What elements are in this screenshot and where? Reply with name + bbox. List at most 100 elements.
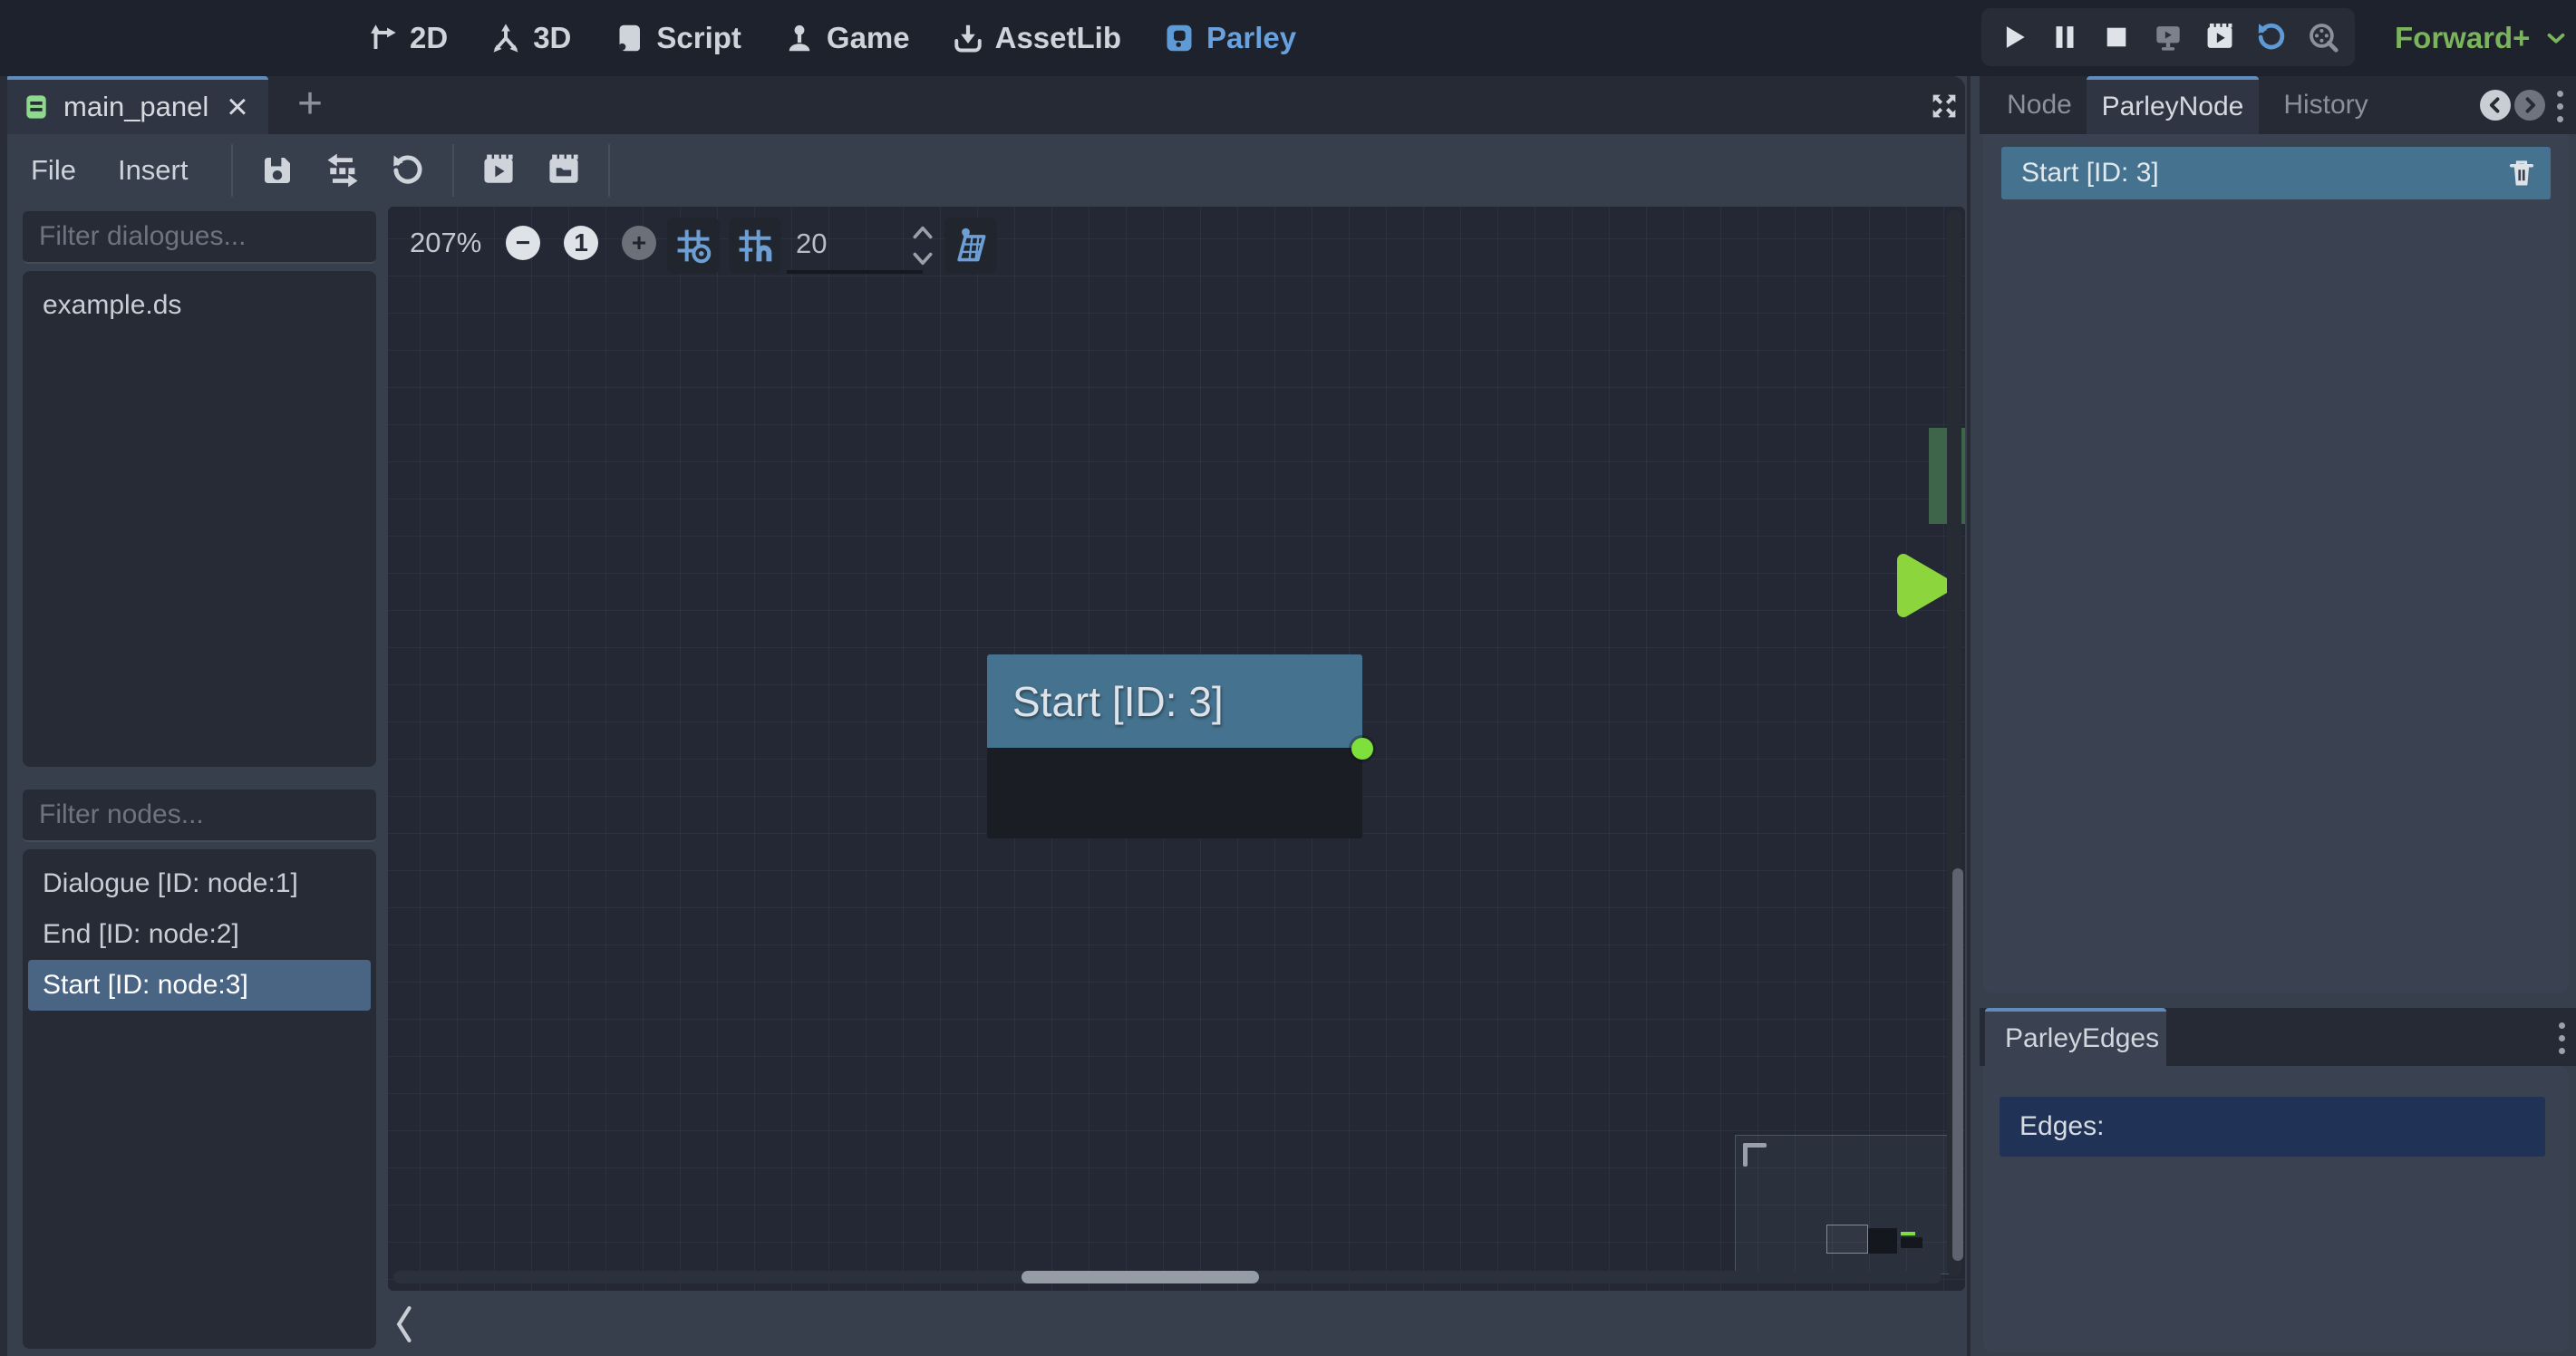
horizontal-scrollbar-thumb[interactable] [1022,1271,1259,1283]
tab-3d-label: 3D [533,21,571,55]
kebab-menu-icon[interactable] [2556,91,2563,122]
file-menu[interactable]: File [31,154,76,187]
list-item[interactable]: Dialogue [ID: node:1] [28,858,371,909]
save-button[interactable] [255,148,300,193]
output-port[interactable] [1351,738,1373,760]
profiler-button[interactable] [2303,17,2343,57]
inspector-node-title: Start [ID: 3] [2021,158,2159,189]
chevron-left-icon [392,1303,415,1345]
movie-maker-icon [2203,20,2237,54]
playback-toolbar [1981,8,2355,66]
tab-parley[interactable]: Parley [1163,21,1296,55]
toolbar-divider [231,144,233,197]
snap-distance-value: 20 [796,228,827,260]
vertical-scrollbar-thumb[interactable] [1952,868,1963,1261]
edges-tab-bar: ParleyEdges [1980,1008,2576,1066]
list-item-selected[interactable]: Start [ID: node:3] [28,960,371,1011]
axis-3d-icon [489,22,522,54]
stop-button[interactable] [2097,17,2136,57]
play-button[interactable] [1993,17,2033,57]
graph-node-title[interactable]: Start [ID: 3] [987,654,1362,748]
top-bar: 2D 3D Script Game [0,0,2576,76]
tab-parleynode[interactable]: ParleyNode [2087,76,2259,134]
reload-icon [2254,20,2289,54]
dialogue-filter [23,211,376,264]
chevron-up-icon [911,223,935,241]
tab-node[interactable]: Node [1994,76,2085,134]
movie-maker-button[interactable] [2200,17,2240,57]
chevron-down-icon [911,250,935,268]
node-filter-input[interactable] [23,799,396,830]
tab-script[interactable]: Script [613,21,741,55]
tab-3d[interactable]: 3D [489,21,571,55]
stop-icon [2099,20,2134,54]
pause-button[interactable] [2045,17,2085,57]
minimap-camera-rect [1826,1225,1868,1254]
zoom-in-button[interactable]: + [622,226,656,260]
tab-parleyedges[interactable]: ParleyEdges [1985,1008,2166,1066]
minimap-corner [1743,1143,1748,1167]
edges-header: Edges: [2000,1097,2545,1157]
expand-icon[interactable] [1923,85,1965,127]
next-tab-button[interactable] [2514,90,2545,121]
zoom-out-button[interactable]: − [506,226,540,260]
minimap-node-blip [1868,1228,1897,1254]
inspector-node-header: Start [ID: 3] [2001,147,2551,199]
dialogue-list: example.ds [23,271,376,767]
arrange-nodes-button[interactable] [320,148,365,193]
graph-node-start[interactable]: Start [ID: 3] [987,654,1362,838]
renderer-label: Forward+ [2395,21,2530,55]
parleynode-inspector: Start [ID: 3] [1983,134,2569,993]
chevron-down-icon [2542,24,2570,52]
clapper-play-icon [479,150,518,190]
parleyedges-panel: Edges: [1983,1066,2569,1352]
tab-main-panel-label: main_panel [63,91,208,123]
add-tab-button[interactable]: + [288,76,332,131]
arrange-icon [323,150,363,190]
snap-grid-toggle[interactable] [667,218,720,274]
insert-menu[interactable]: Insert [118,154,189,187]
tab-2d[interactable]: 2D [366,21,448,55]
profiler-icon [2306,20,2340,54]
parley-icon [1163,22,1196,54]
zoom-reset-button[interactable]: 1 [564,226,598,260]
toolbar-divider [452,144,454,197]
snap-magnet-icon [735,226,775,266]
list-item[interactable]: End [ID: node:2] [28,909,371,960]
snap-distance-toggle[interactable] [729,218,781,274]
clapper-new-icon [544,150,584,190]
reload-button[interactable] [2252,17,2291,57]
tab-game[interactable]: Game [783,21,910,55]
play-icon [1996,20,2030,54]
remote-debug-button[interactable] [2148,17,2188,57]
graph-canvas[interactable]: 207% − 1 + 20 Start [ID: 3] [388,207,1965,1291]
snap-distance-field[interactable]: 20 [787,218,923,274]
tab-assetlib[interactable]: AssetLib [952,21,1121,55]
dialogue-filter-input[interactable] [23,221,396,252]
panel-tab-bar: main_panel × + [0,76,1965,134]
minimap[interactable] [1735,1135,1952,1274]
snap-distance-spinner[interactable] [909,219,936,272]
tab-main-panel[interactable]: main_panel × [5,76,268,134]
kebab-menu-icon[interactable] [2558,1022,2565,1054]
minimap-toggle[interactable] [944,218,997,274]
list-item[interactable]: example.ds [28,280,371,331]
inspector-tab-bar: Node ParleyNode History [1980,76,2576,134]
prev-tab-button[interactable] [2480,90,2511,121]
close-icon[interactable]: × [227,89,247,125]
game-icon [783,22,816,54]
renderer-selector[interactable]: Forward+ [2395,0,2570,76]
move-2d-icon [366,22,399,54]
tab-history[interactable]: History [2271,76,2380,134]
node-filter [23,789,376,842]
reset-view-button[interactable] [385,148,431,193]
godot-editor-window: 2D 3D Script Game [0,0,2576,1356]
tab-game-label: Game [827,21,910,55]
minimap-port-blip [1901,1232,1915,1235]
pause-icon [2048,20,2082,54]
test-dialogue-button[interactable] [476,148,521,193]
test-from-node-button[interactable] [541,148,586,193]
delete-node-button[interactable] [2505,157,2538,189]
collapse-panel-button[interactable] [392,1303,421,1345]
save-icon [258,151,296,189]
